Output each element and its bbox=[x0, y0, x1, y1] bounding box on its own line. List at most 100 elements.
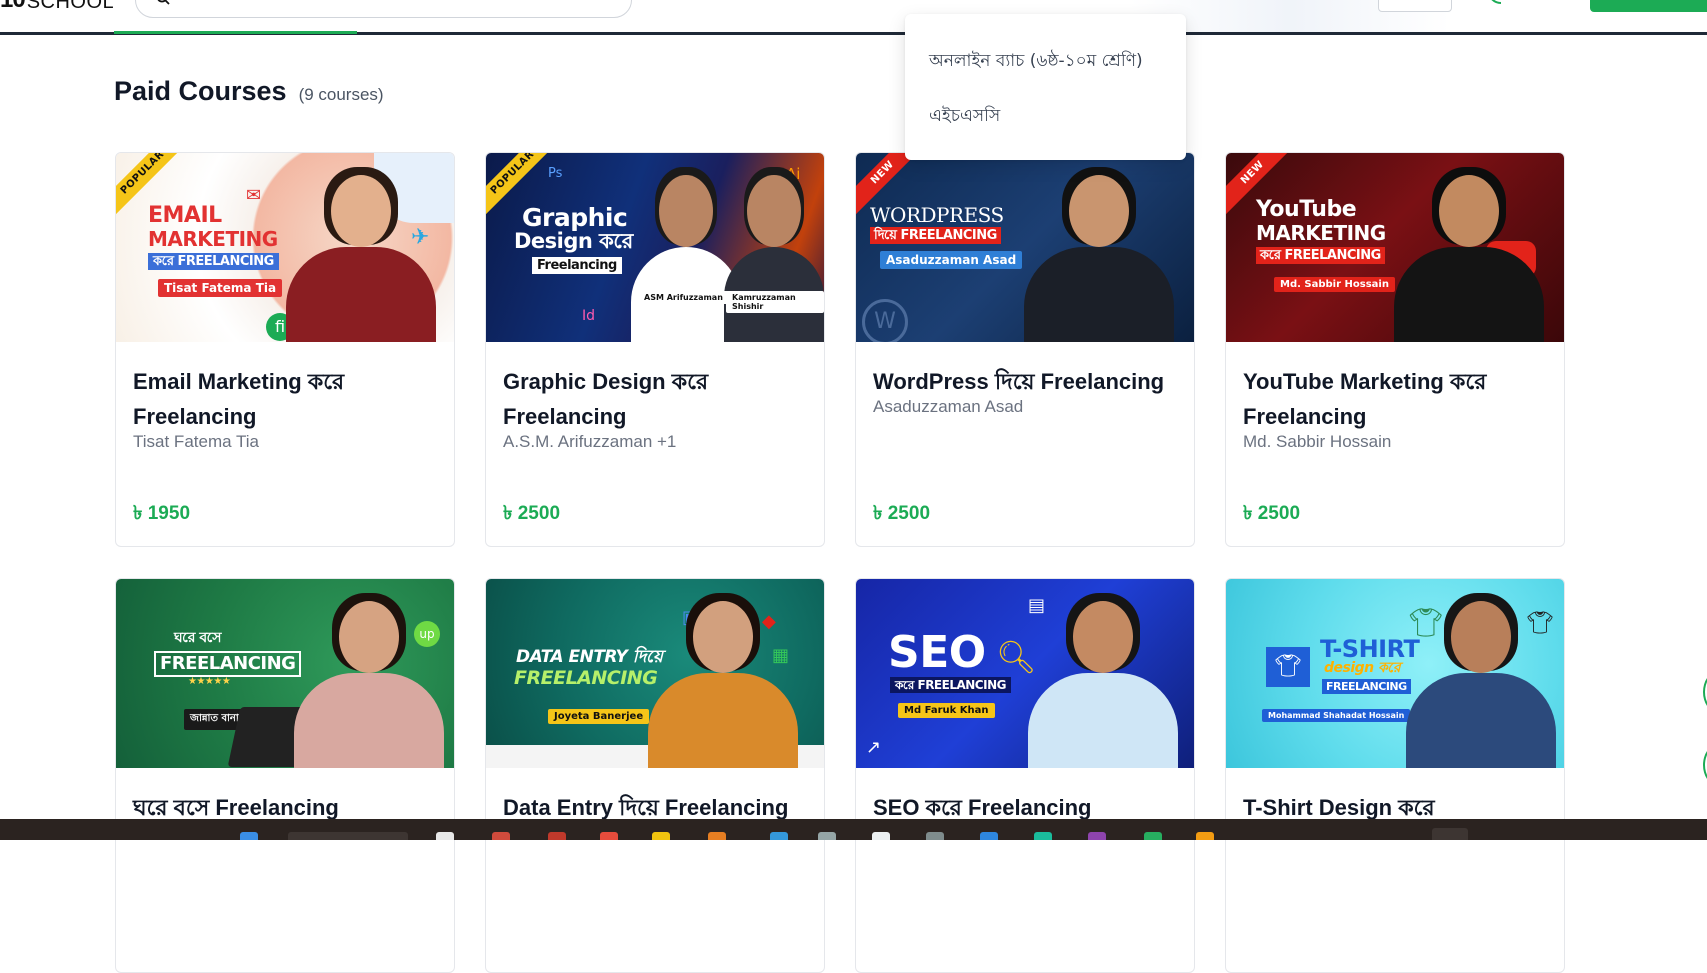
course-card[interactable]: 👕︎ T-SHIRT design করে FREELANCING Mohamm… bbox=[1225, 578, 1565, 973]
taskbar-app-icon[interactable] bbox=[652, 832, 670, 840]
thumb-headline: DATA ENTRY দিয়ে bbox=[516, 647, 663, 667]
course-instructor: Tisat Fatema Tia bbox=[133, 432, 259, 451]
windows-start-icon[interactable] bbox=[240, 832, 258, 840]
search-input[interactable] bbox=[135, 0, 632, 18]
thumb-subline: করে FREELANCING bbox=[1256, 247, 1385, 264]
thumb-headline: Graphic bbox=[522, 203, 628, 232]
thumb-headline: Design করে bbox=[514, 229, 633, 253]
login-button[interactable] bbox=[1378, 0, 1452, 12]
thumb-instructor-tag: Tisat Fatema Tia bbox=[158, 279, 283, 297]
indesign-icon: Id bbox=[582, 308, 596, 324]
thumb-headline: ঘরে বসে bbox=[174, 630, 222, 646]
taskbar-app-icon[interactable] bbox=[926, 832, 944, 840]
course-thumbnail: POPULAR Graphic Design করে Freelancing P… bbox=[486, 153, 824, 342]
course-instructor: A.S.M. Arifuzzaman +1 bbox=[503, 432, 677, 451]
active-nav-indicator bbox=[114, 31, 357, 34]
taskbar-app-icon[interactable] bbox=[1196, 832, 1214, 840]
course-title[interactable]: YouTube Marketing করে Freelancing bbox=[1243, 364, 1547, 434]
thumb-headline: EMAIL bbox=[148, 203, 222, 228]
thumb-instructor-tag: Asaduzzaman Asad bbox=[880, 251, 1023, 269]
course-price: ৳ 1950 bbox=[133, 503, 191, 524]
thumb-instructor-tag: Kamruzzaman Shishir bbox=[726, 291, 824, 313]
primary-cta-button[interactable] bbox=[1590, 0, 1707, 12]
course-price: ৳ 2500 bbox=[1243, 503, 1301, 524]
dropdown-item-online-batch[interactable]: অনলাইন ব্যাচ (৬ষ্ঠ-১০ম শ্রেণি) bbox=[929, 48, 1143, 76]
section-title: Paid Courses bbox=[114, 76, 287, 106]
taskbar-app-icon[interactable] bbox=[492, 832, 510, 840]
course-count: (9 courses) bbox=[298, 85, 384, 104]
taskbar-app-icon[interactable] bbox=[1088, 832, 1106, 840]
floating-help-button[interactable] bbox=[1703, 745, 1707, 785]
thumb-headline: MARKETING bbox=[1256, 221, 1386, 245]
taskbar-tray[interactable] bbox=[1432, 828, 1468, 840]
taskbar-app-icon[interactable] bbox=[1144, 832, 1162, 840]
thumb-subline: Freelancing bbox=[532, 257, 622, 274]
course-thumbnail: SEO করে FREELANCING Md Faruk Khan 🔍︎ ▤ ↗ bbox=[856, 579, 1194, 768]
instructor-photo bbox=[294, 593, 444, 768]
top-navbar: 10 SCHOOL bbox=[0, 0, 1707, 35]
site-logo[interactable]: 10 SCHOOL bbox=[0, 0, 114, 14]
email-icon: ✉ bbox=[246, 185, 262, 206]
thumb-headline: SEO bbox=[888, 627, 986, 678]
search-icon bbox=[157, 0, 170, 5]
taskbar-app-icon[interactable] bbox=[1034, 832, 1052, 840]
course-title[interactable]: Email Marketing করে Freelancing bbox=[133, 364, 437, 434]
taskbar-app-icon[interactable] bbox=[818, 832, 836, 840]
thumb-instructor-tag: ASM Arifuzzaman bbox=[638, 291, 729, 304]
course-card[interactable]: POPULAR EMAIL MARKETING করে FREELANCING … bbox=[115, 152, 455, 547]
floating-chat-button[interactable] bbox=[1703, 672, 1707, 712]
instructor-photo bbox=[286, 167, 436, 342]
course-thumbnail: ঘরে বসে FREELANCING ★★★★★ জান্নাত বানারজ… bbox=[116, 579, 454, 768]
instructor-photo bbox=[1024, 167, 1174, 342]
taskbar-app-icon[interactable] bbox=[436, 832, 454, 840]
photoshop-icon: Ps bbox=[548, 166, 563, 181]
taskbar-app-icon[interactable] bbox=[980, 832, 998, 840]
thumb-headline: WORDPRESS bbox=[870, 203, 1004, 227]
course-card[interactable]: DATA ENTRY দিয়ে FREELANCING Joyeta Bane… bbox=[485, 578, 825, 973]
course-card[interactable]: SEO করে FREELANCING Md Faruk Khan 🔍︎ ▤ ↗… bbox=[855, 578, 1195, 973]
course-title[interactable]: Graphic Design করে Freelancing bbox=[503, 364, 807, 434]
instructor-photo bbox=[648, 593, 798, 768]
taskbar-app-icon[interactable] bbox=[548, 832, 566, 840]
course-card[interactable]: NEW WORDPRESS দিয়ে FREELANCING Asaduzza… bbox=[855, 152, 1195, 547]
thumb-headline: design করে bbox=[1324, 660, 1401, 676]
course-thumbnail: POPULAR EMAIL MARKETING করে FREELANCING … bbox=[116, 153, 454, 342]
course-card[interactable]: NEW YouTube MARKETING করে FREELANCING Md… bbox=[1225, 152, 1565, 547]
dropdown-item-hsc[interactable]: এইচএসসি bbox=[929, 103, 1000, 131]
course-price: ৳ 2500 bbox=[503, 503, 561, 524]
taskbar-app-icon[interactable] bbox=[872, 832, 890, 840]
taskbar-app-icon[interactable] bbox=[770, 832, 788, 840]
taskbar-search[interactable] bbox=[288, 832, 408, 840]
course-price: ৳ 2500 bbox=[873, 503, 931, 524]
taskbar-app-icon[interactable] bbox=[600, 832, 618, 840]
graph-icon: ↗ bbox=[866, 737, 882, 758]
course-instructor: Asaduzzaman Asad bbox=[873, 397, 1024, 416]
thumb-subline: করে FREELANCING bbox=[148, 253, 279, 270]
logo-mark: 10 bbox=[0, 0, 26, 14]
section-header: Paid Courses (9 courses) bbox=[114, 76, 384, 107]
course-card[interactable]: ঘরে বসে FREELANCING ★★★★★ জান্নাত বানারজ… bbox=[115, 578, 455, 973]
instructor-photo bbox=[724, 167, 824, 342]
course-thumbnail: NEW YouTube MARKETING করে FREELANCING Md… bbox=[1226, 153, 1564, 342]
instructor-photo bbox=[1028, 593, 1178, 768]
thumb-subline: দিয়ে FREELANCING bbox=[870, 227, 1001, 244]
category-dropdown-menu: অনলাইন ব্যাচ (৬ষ্ঠ-১০ম শ্রেণি) এইচএসসি bbox=[905, 14, 1186, 160]
logo-text: SCHOOL bbox=[26, 0, 115, 13]
thumb-headline: MARKETING bbox=[148, 227, 278, 251]
thumb-headline: FREELANCING bbox=[154, 651, 302, 677]
thumb-headline: YouTube bbox=[1256, 197, 1357, 222]
thumb-headline: FREELANCING bbox=[514, 667, 658, 689]
course-card[interactable]: POPULAR Graphic Design করে Freelancing P… bbox=[485, 152, 825, 547]
thumb-subline: করে FREELANCING bbox=[890, 677, 1011, 693]
phone-icon[interactable] bbox=[1486, 0, 1502, 4]
tshirt-icon: 👕︎ bbox=[1266, 647, 1310, 687]
course-thumbnail: NEW WORDPRESS দিয়ে FREELANCING Asaduzza… bbox=[856, 153, 1194, 342]
wordpress-logo-icon: W bbox=[862, 299, 908, 342]
thumb-subline: FREELANCING bbox=[1322, 679, 1411, 694]
thumb-instructor-tag: Joyeta Banerjee bbox=[548, 709, 650, 724]
thumb-instructor-tag: Md Faruk Khan bbox=[898, 703, 995, 718]
thumb-headline: T-SHIRT bbox=[1320, 635, 1420, 663]
taskbar-app-icon[interactable] bbox=[708, 832, 726, 840]
course-instructor: Md. Sabbir Hossain bbox=[1243, 432, 1392, 451]
course-thumbnail: 👕︎ T-SHIRT design করে FREELANCING Mohamm… bbox=[1226, 579, 1564, 768]
